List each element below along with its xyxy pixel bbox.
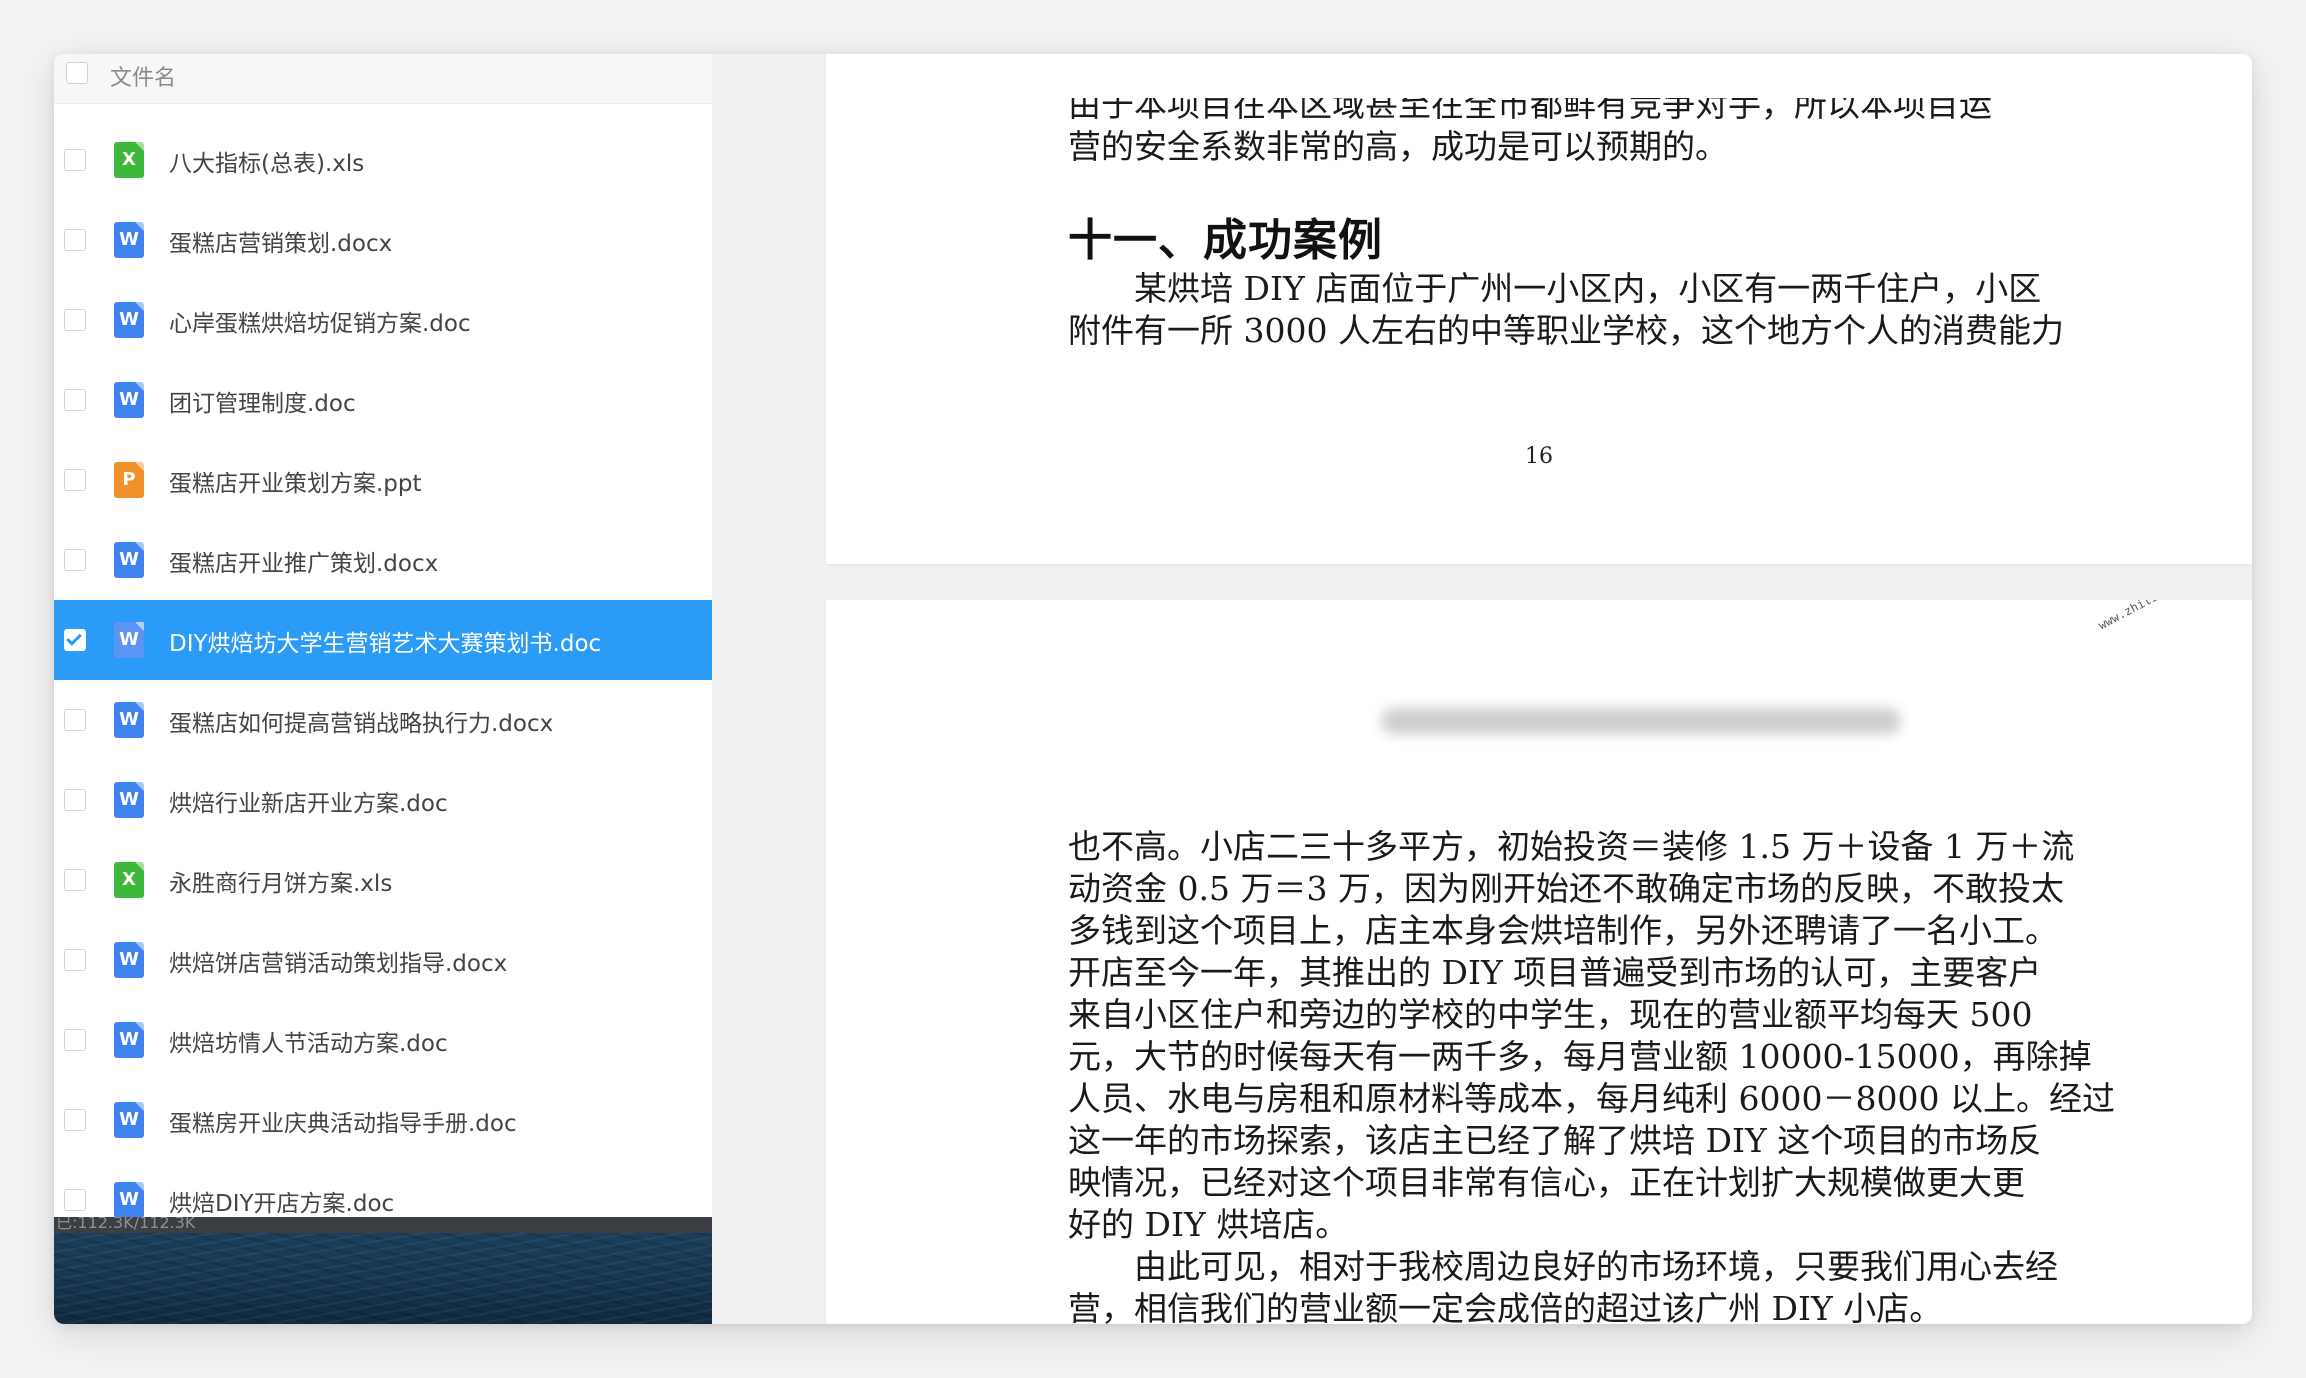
file-name[interactable]: DIY烘焙坊大学生营销艺术大赛策划书.doc bbox=[169, 624, 601, 658]
word-icon: W bbox=[114, 302, 144, 338]
word-icon: W bbox=[114, 222, 144, 258]
file-checkbox[interactable] bbox=[64, 549, 86, 571]
select-all-checkbox[interactable] bbox=[66, 62, 88, 84]
text-line: 映情况，已经对这个项目非常有信心，正在计划扩大规模做更大更 bbox=[1068, 1163, 2025, 1202]
document-page: www.zhilihuijia ▓▓▓▓▓ 也不高。小店二三十多平方，初始投资＝… bbox=[826, 600, 2252, 1324]
text-line: 由此可见，相对于我校周边良好的市场环境，只要我们用心去经 bbox=[1068, 1247, 2058, 1286]
file-row[interactable]: W 团订管理制度.doc bbox=[54, 360, 712, 440]
word-icon: W bbox=[114, 782, 144, 818]
file-name[interactable]: 烘焙DIY开店方案.doc bbox=[169, 1184, 394, 1218]
text-line: 附件有一所 3000 人左右的中等职业学校，这个地方个人的消费能力 bbox=[1068, 311, 2064, 350]
status-bar: 已:112.3K/112.3K bbox=[54, 1217, 712, 1233]
file-checkbox[interactable] bbox=[64, 1029, 86, 1051]
file-checkbox[interactable] bbox=[64, 389, 86, 411]
text-line: 多钱到这个项目上，店主本身会烘培制作，另外还聘请了一名小工。 bbox=[1068, 911, 2058, 950]
file-name[interactable]: 烘焙饼店营销活动策划指导.docx bbox=[169, 944, 507, 978]
file-name[interactable]: 蛋糕店开业策划方案.ppt bbox=[169, 464, 422, 498]
file-list-header: 文件名 bbox=[54, 54, 712, 104]
text-line: 好的 DIY 烘培店。 bbox=[1068, 1205, 1349, 1244]
file-row[interactable]: W 烘焙坊情人节活动方案.doc bbox=[54, 1000, 712, 1080]
text-line: 元，大节的时候每天有一两千多，每月营业额 10000-15000，再除掉 bbox=[1068, 1037, 2092, 1076]
file-list-panel: 文件名 X 八大指标(总表).xls W 蛋糕店营销策划.docx W 心岸蛋糕烘焙坊促销… bbox=[54, 54, 712, 1324]
powerpoint-icon: P bbox=[114, 462, 144, 498]
text-line: 动资金 0.5 万＝3 万，因为刚开始还不敢确定市场的反映，不敢投太 bbox=[1068, 869, 2064, 908]
checkmark-icon bbox=[66, 630, 82, 646]
file-name[interactable]: 团订管理制度.doc bbox=[169, 384, 356, 418]
file-name[interactable]: 八大指标(总表).xls bbox=[169, 144, 364, 178]
file-checkbox[interactable] bbox=[64, 309, 86, 331]
file-row[interactable]: W 蛋糕店如何提高营销战略执行力.docx bbox=[54, 680, 712, 760]
file-checkbox[interactable] bbox=[64, 789, 86, 811]
file-row[interactable]: W 蛋糕房开业庆典活动指导手册.doc bbox=[54, 1080, 712, 1160]
document-page: 由于本项目在本区域甚至在全市都鲜有竞争对手，所以本项目运 营的安全系数非常的高，… bbox=[826, 54, 2252, 564]
word-icon: W bbox=[114, 1022, 144, 1058]
file-checkbox[interactable] bbox=[64, 149, 86, 171]
word-icon: W bbox=[114, 1182, 144, 1218]
file-row[interactable]: W 烘焙饼店营销活动策划指导.docx bbox=[54, 920, 712, 1000]
document-preview[interactable]: 由于本项目在本区域甚至在全市都鲜有竞争对手，所以本项目运 营的安全系数非常的高，… bbox=[712, 54, 2252, 1324]
file-checkbox[interactable] bbox=[64, 869, 86, 891]
file-name[interactable]: 蛋糕房开业庆典活动指导手册.doc bbox=[169, 1104, 517, 1138]
file-checkbox[interactable] bbox=[64, 629, 86, 651]
file-row[interactable]: W 心岸蛋糕烘焙坊促销方案.doc bbox=[54, 280, 712, 360]
word-icon: W bbox=[114, 542, 144, 578]
file-checkbox[interactable] bbox=[64, 469, 86, 491]
blurred-page-header bbox=[1381, 708, 1901, 734]
text-line: 营的安全系数非常的高，成功是可以预期的。 bbox=[1068, 127, 1728, 166]
file-name[interactable]: 永胜商行月饼方案.xls bbox=[169, 864, 392, 898]
word-icon: W bbox=[114, 942, 144, 978]
excel-icon: X bbox=[114, 142, 144, 178]
file-name[interactable]: 蛋糕店开业推广策划.docx bbox=[169, 544, 438, 578]
file-row[interactable]: W 蛋糕店营销策划.docx bbox=[54, 200, 712, 280]
word-icon: W bbox=[114, 1102, 144, 1138]
text-line: 某烘培 DIY 店面位于广州一小区内，小区有一两千住户，小区 bbox=[1068, 269, 2042, 308]
file-name[interactable]: 蛋糕店如何提高营销战略执行力.docx bbox=[169, 704, 553, 738]
file-name[interactable]: 烘焙行业新店开业方案.doc bbox=[169, 784, 448, 818]
file-name[interactable]: 蛋糕店营销策划.docx bbox=[169, 224, 392, 258]
app-window: 文件名 X 八大指标(总表).xls W 蛋糕店营销策划.docx W 心岸蛋糕烘焙坊促销… bbox=[54, 54, 2252, 1324]
section-heading: 十一、成功案例 bbox=[1068, 215, 1383, 266]
text-line: 人员、水电与房租和原材料等成本，每月纯利 6000－8000 以上。经过 bbox=[1068, 1079, 2115, 1118]
text-line: 由于本项目在本区域甚至在全市都鲜有竞争对手，所以本项目运 bbox=[1068, 85, 1992, 124]
text-line: 这一年的市场探索，该店主已经了解了烘培 DIY 这个项目的市场反 bbox=[1068, 1121, 2042, 1160]
file-checkbox[interactable] bbox=[64, 1109, 86, 1131]
file-row[interactable]: W 蛋糕店开业推广策划.docx bbox=[54, 520, 712, 600]
word-icon: W bbox=[114, 702, 144, 738]
excel-icon: X bbox=[114, 862, 144, 898]
file-row[interactable]: X 八大指标(总表).xls bbox=[54, 120, 712, 200]
word-icon: W bbox=[114, 382, 144, 418]
file-row[interactable]: W 烘焙行业新店开业方案.doc bbox=[54, 760, 712, 840]
file-row[interactable]: X 永胜商行月饼方案.xls bbox=[54, 840, 712, 920]
column-header-filename[interactable]: 文件名 bbox=[110, 60, 176, 92]
page-number: 16 bbox=[1525, 444, 1553, 469]
text-line: 来自小区住户和旁边的学校的中学生，现在的营业额平均每天 500 bbox=[1068, 995, 2033, 1034]
file-name[interactable]: 烘焙坊情人节活动方案.doc bbox=[169, 1024, 448, 1058]
text-line: 也不高。小店二三十多平方，初始投资＝装修 1.5 万＋设备 1 万＋流 bbox=[1068, 827, 2075, 866]
file-row[interactable]: P 蛋糕店开业策划方案.ppt bbox=[54, 440, 712, 520]
paragraph-case: 某烘培 DIY 店面位于广州一小区内，小区有一两千住户，小区 附件有一所 300… bbox=[1068, 268, 2188, 352]
text-line: 营，相信我们的营业额一定会成倍的超过该广州 DIY 小店。 bbox=[1068, 1289, 1943, 1324]
paragraph-top: 由于本项目在本区域甚至在全市都鲜有竞争对手，所以本项目运 营的安全系数非常的高，… bbox=[1068, 84, 2188, 168]
desktop-wallpaper bbox=[54, 1233, 712, 1324]
paragraph-main: 也不高。小店二三十多平方，初始投资＝装修 1.5 万＋设备 1 万＋流 动资金 0… bbox=[1068, 826, 2188, 1246]
file-checkbox[interactable] bbox=[64, 229, 86, 251]
text-line: 开店至今一年，其推出的 DIY 项目普遍受到市场的认可，主要客户 bbox=[1068, 953, 2042, 992]
paragraph-conclusion: 由此可见，相对于我校周边良好的市场环境，只要我们用心去经 营，相信我们的营业额一定… bbox=[1068, 1246, 2188, 1324]
file-checkbox[interactable] bbox=[64, 949, 86, 971]
word-icon: W bbox=[114, 622, 144, 658]
file-checkbox[interactable] bbox=[64, 709, 86, 731]
file-name[interactable]: 心岸蛋糕烘焙坊促销方案.doc bbox=[169, 304, 471, 338]
transfer-status: 已:112.3K/112.3K bbox=[56, 1217, 196, 1232]
watermark-stamp: www.zhilihuijia ▓▓▓▓▓ bbox=[2096, 600, 2237, 632]
file-row[interactable]: W DIY烘焙坊大学生营销艺术大赛策划书.doc bbox=[54, 600, 712, 680]
file-checkbox[interactable] bbox=[64, 1189, 86, 1211]
